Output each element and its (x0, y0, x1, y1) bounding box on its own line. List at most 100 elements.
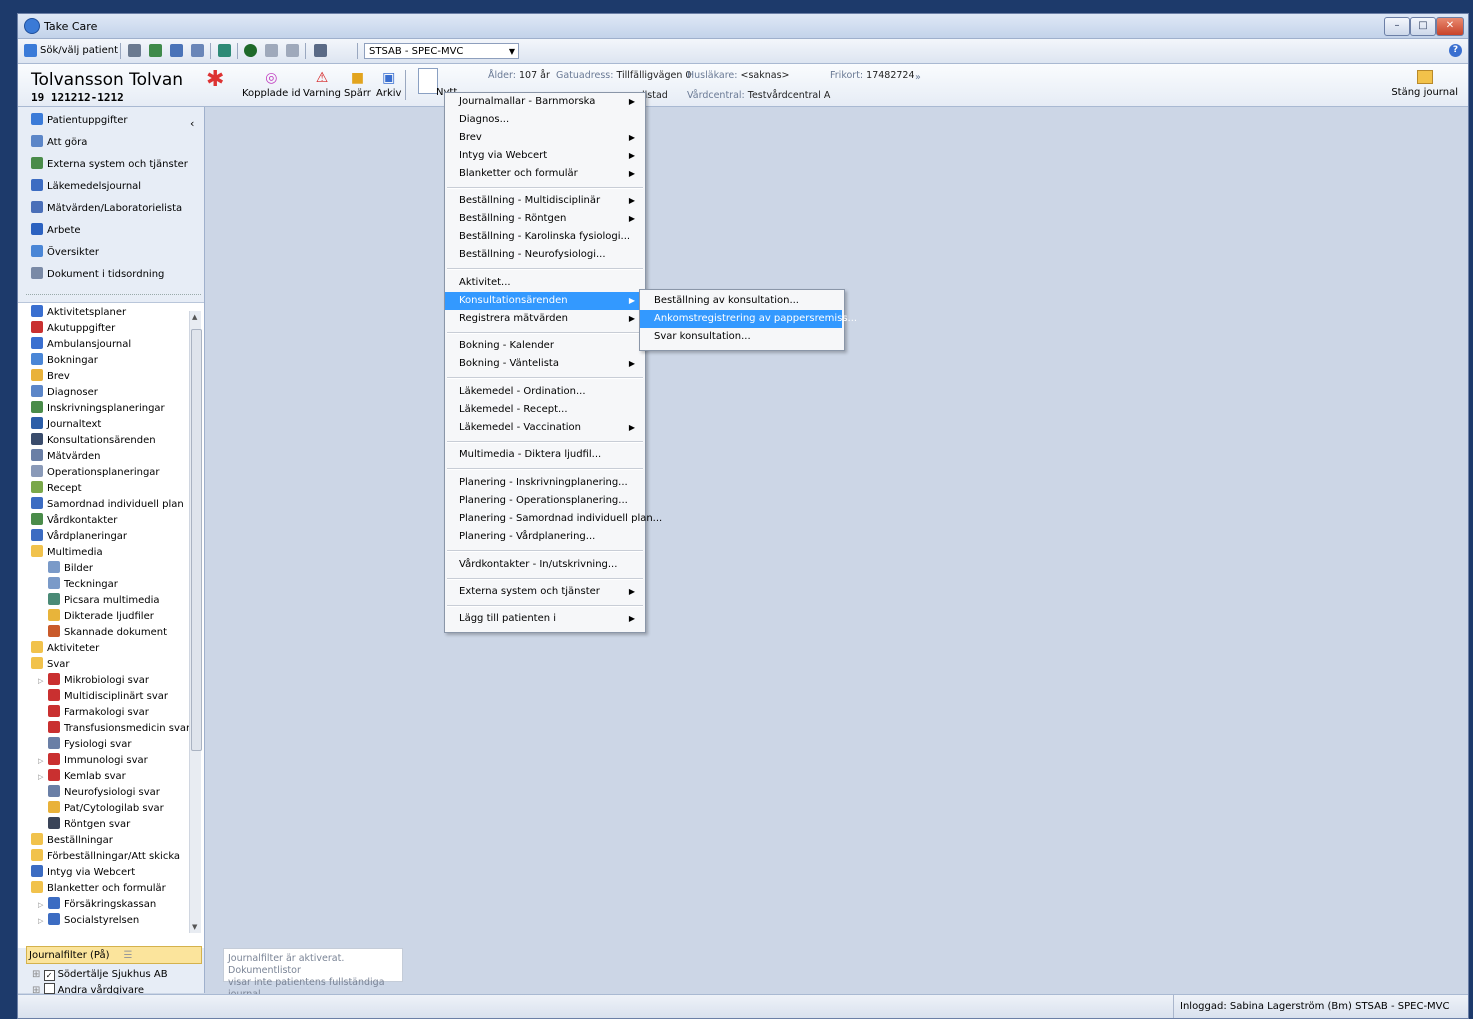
warning-button[interactable]: ⚠ Varning (303, 70, 341, 99)
expand-info-icon[interactable]: » (915, 72, 921, 83)
tree-item[interactable]: Skannade dokument (48, 625, 167, 641)
tree-item[interactable]: Röntgen svar (48, 817, 130, 833)
menu-item-bestallning-neurofysiologi[interactable]: Beställning - Neurofysiologi... (445, 246, 643, 264)
tree-item[interactable]: Brev (31, 369, 70, 385)
maximize-button[interactable]: □ (1410, 17, 1436, 36)
sidebar-item-lakemedelsjournal[interactable]: Läkemedelsjournal (31, 178, 141, 196)
tree-item[interactable]: Fysiologi svar (48, 737, 131, 753)
tree-item[interactable]: Teckningar (48, 577, 118, 593)
menu-item-lakemedel-recept[interactable]: Läkemedel - Recept... (445, 401, 643, 419)
forward-icon[interactable] (265, 44, 278, 57)
menu-item-multimedia-diktera[interactable]: Multimedia - Diktera ljudfil... (445, 446, 643, 464)
tree-item[interactable]: Journaltext (31, 417, 101, 433)
tree-item[interactable]: Samordnad individuell plan (31, 497, 184, 513)
tree-item[interactable]: Socialstyrelsen (48, 913, 139, 929)
tree-item[interactable]: Mätvärden (31, 449, 101, 465)
expand-arrow-icon[interactable]: ▷ (38, 917, 43, 925)
menu-item-lakemedel-vaccination[interactable]: Läkemedel - Vaccination ▶ (445, 419, 643, 437)
scrollbar-thumb[interactable] (191, 329, 202, 751)
submenu-item-svar-konsultation[interactable]: Svar konsultation... (640, 328, 842, 346)
menu-item-brev[interactable]: Brev ▶ (445, 129, 643, 147)
tree-scrollbar[interactable]: ▲ ▼ (189, 311, 202, 933)
tree-item[interactable]: Ambulansjournal (31, 337, 131, 353)
menu-item-planering-samordnad[interactable]: Planering - Samordnad individuell plan..… (445, 510, 662, 528)
worklist-icon[interactable] (149, 44, 162, 57)
printer-icon[interactable] (314, 44, 327, 57)
minimize-button[interactable]: – (1384, 17, 1410, 36)
tree-item[interactable]: Bilder (48, 561, 93, 577)
tree-item[interactable]: Multimedia (31, 545, 103, 561)
submenu-item-bestallning-konsultation[interactable]: Beställning av konsultation... (640, 292, 842, 310)
menu-item-bestallning-rontgen[interactable]: Beställning - Röntgen ▶ (445, 210, 643, 228)
tree-item[interactable]: Förbeställningar/Att skicka (31, 849, 180, 865)
tree-item[interactable]: Recept (31, 481, 82, 497)
filter-item-sodertalje[interactable]: ⊞ ✓ Södertälje Sjukhus AB (32, 967, 168, 983)
block-button[interactable]: ■ Spärr (344, 70, 371, 99)
emergency-star-icon[interactable]: ✱ (206, 69, 224, 91)
tree-item[interactable]: Blanketter och formulär (31, 881, 166, 897)
tree-item[interactable]: Neurofysiologi svar (48, 785, 160, 801)
tree-item[interactable]: Försäkringskassan (48, 897, 156, 913)
collapse-sidebar-icon[interactable]: ‹ (190, 117, 194, 130)
calendar-icon[interactable] (170, 44, 183, 57)
sidebar-item-att-gora[interactable]: Att göra (31, 134, 87, 152)
submenu-item-ankomstregistrering[interactable]: Ankomstregistrering av pappersremiss... (640, 310, 857, 328)
chart-icon[interactable] (218, 44, 231, 57)
tree-item[interactable]: Multidisciplinärt svar (48, 689, 168, 705)
menu-item-lagg-till-patienten[interactable]: Lägg till patienten i ▶ (445, 610, 643, 628)
tree-item[interactable]: Vårdplaneringar (31, 529, 127, 545)
document-icon[interactable] (286, 44, 299, 57)
tree-item[interactable]: Inskrivningsplaneringar (31, 401, 165, 417)
tree-item[interactable]: Dikterade ljudfiler (48, 609, 154, 625)
menu-item-planering-operation[interactable]: Planering - Operationsplanering... (445, 492, 643, 510)
tree-item[interactable]: Transfusionsmedicin svar (48, 721, 190, 737)
tree-item[interactable]: Operationsplaneringar (31, 465, 160, 481)
menu-item-planering-inskrivning[interactable]: Planering - Inskrivningplanering... (445, 474, 643, 492)
tree-item[interactable]: Aktivitetsplaner (31, 305, 126, 321)
sidebar-item-matvarden[interactable]: Mätvärden/Laboratorielista (31, 200, 182, 218)
menu-item-planering-vardplanering[interactable]: Planering - Vårdplanering... (445, 528, 643, 546)
tree-item[interactable]: Mikrobiologi svar (48, 673, 149, 689)
menu-item-externa-system[interactable]: Externa system och tjänster ▶ (445, 583, 643, 601)
menu-item-journalmallar[interactable]: Journalmallar - Barnmorska ▶ (445, 93, 643, 111)
expand-arrow-icon[interactable]: ▷ (38, 757, 43, 765)
expand-arrow-icon[interactable]: ▷ (38, 773, 43, 781)
scroll-up-icon[interactable]: ▲ (192, 313, 197, 321)
tree-item[interactable]: Intyg via Webcert (31, 865, 135, 881)
new-document-icon[interactable] (418, 68, 438, 94)
menu-item-lakemedel-ordination[interactable]: Läkemedel - Ordination... (445, 383, 643, 401)
journal-filter-bar[interactable]: Journalfilter (På) ☰ (26, 946, 202, 964)
close-button[interactable]: ✕ (1436, 17, 1464, 36)
sidebar-item-externa-system[interactable]: Externa system och tjänster (31, 156, 188, 174)
tree-item[interactable]: Pat/Cytologilab svar (48, 801, 164, 817)
tree-item[interactable]: Beställningar (31, 833, 113, 849)
menu-item-vardkontakter[interactable]: Vårdkontakter - In/utskrivning... (445, 556, 643, 574)
close-journal-button[interactable]: Stäng journal (1391, 70, 1458, 98)
sidebar-item-dokument[interactable]: Dokument i tidsordning (31, 266, 164, 284)
tree-item[interactable]: Kemlab svar (48, 769, 126, 785)
menu-item-diagnos[interactable]: Diagnos... (445, 111, 643, 129)
tree-item[interactable]: Farmakologi svar (48, 705, 149, 721)
menu-item-bestallning-multidisciplinar[interactable]: Beställning - Multidisciplinär ▶ (445, 192, 643, 210)
archive-button[interactable]: ▣ Arkiv (376, 70, 401, 99)
globe-icon[interactable] (244, 44, 257, 57)
tree-item[interactable]: Svar (31, 657, 70, 673)
help-icon[interactable]: ? (1449, 44, 1462, 57)
sidebar-item-oversikter[interactable]: Översikter (31, 244, 99, 262)
sidebar-item-patientuppgifter[interactable]: Patientuppgifter (31, 112, 128, 130)
tree-item[interactable]: Immunologi svar (48, 753, 148, 769)
search-patient-button[interactable]: Sök/välj patient (40, 43, 118, 59)
tree-item[interactable]: Konsultationsärenden (31, 433, 156, 449)
unit-select[interactable]: STSAB - SPEC-MVC ▼ (364, 43, 519, 59)
linked-id-button[interactable]: ◎ Kopplade id (242, 70, 301, 99)
scroll-down-icon[interactable]: ▼ (192, 923, 197, 931)
sidebar-item-arbete[interactable]: Arbete (31, 222, 81, 240)
menu-item-konsultationsarenden[interactable]: Konsultationsärenden ▶ (445, 292, 643, 310)
tree-item[interactable]: Akutuppgifter (31, 321, 115, 337)
menu-item-bokning-kalender[interactable]: Bokning - Kalender (445, 337, 643, 355)
expand-arrow-icon[interactable]: ▷ (38, 901, 43, 909)
menu-item-registrera-matvarden[interactable]: Registrera mätvärden ▶ (445, 310, 643, 328)
tree-item[interactable]: Picsara multimedia (48, 593, 160, 609)
menu-item-bestallning-karolinska[interactable]: Beställning - Karolinska fysiologi... (445, 228, 643, 246)
menu-item-bokning-vantelista[interactable]: Bokning - Väntelista ▶ (445, 355, 643, 373)
